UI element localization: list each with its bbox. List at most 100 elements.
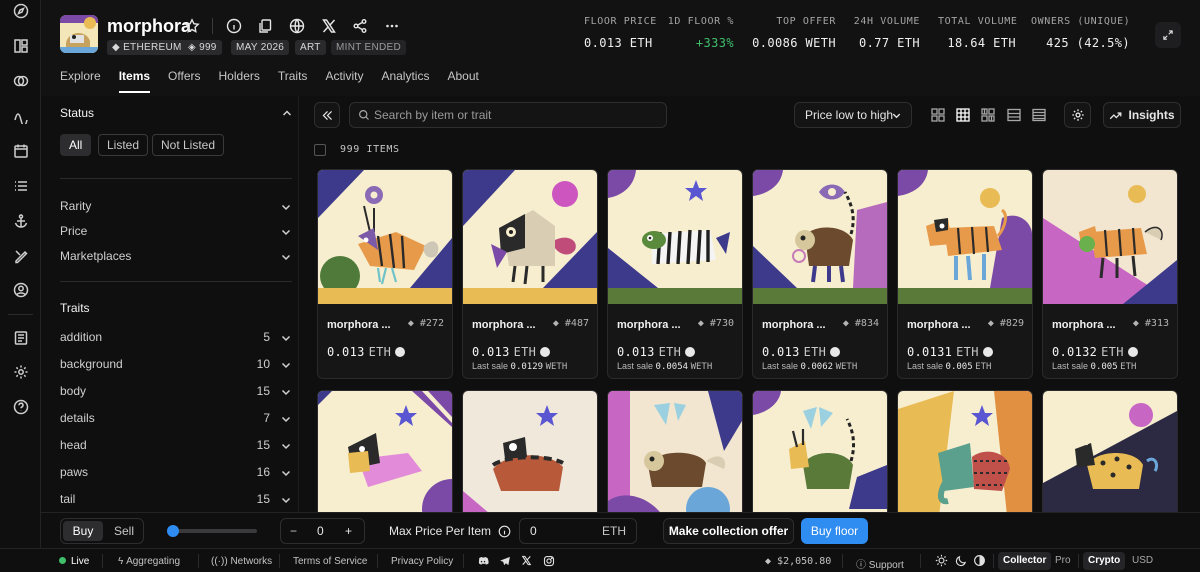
nft-artwork — [1043, 391, 1177, 512]
filter-price[interactable]: Price — [60, 224, 292, 240]
increment-button[interactable]: + — [345, 524, 352, 538]
trait-row[interactable]: details 7 — [60, 411, 292, 427]
aggregating-status[interactable]: ϟ Aggregating — [118, 556, 180, 567]
mode-collector[interactable]: Collector — [998, 552, 1052, 570]
list-icon[interactable] — [12, 177, 29, 194]
calendar-icon[interactable] — [12, 142, 29, 159]
collapse-sidebar-button[interactable] — [314, 102, 340, 128]
item-card[interactable] — [752, 390, 888, 512]
search-input[interactable] — [374, 103, 662, 127]
slider-handle[interactable] — [167, 525, 179, 537]
instagram-icon[interactable] — [543, 555, 555, 567]
trait-row[interactable]: background 10 — [60, 357, 292, 373]
networks-status[interactable]: ((·)) Networks — [211, 556, 272, 567]
item-card[interactable]: morphora ... ◆ #272 0.013 ETH — [317, 169, 453, 379]
grid-large-icon[interactable] — [931, 108, 945, 122]
status-heading[interactable]: Status — [60, 106, 94, 120]
sun-icon[interactable] — [935, 554, 948, 570]
tab-analytics[interactable]: Analytics — [381, 69, 429, 93]
tab-explore[interactable]: Explore — [60, 69, 101, 93]
grid-small-icon[interactable] — [981, 108, 995, 122]
grid-medium-icon[interactable] — [956, 108, 970, 122]
anchor-icon[interactable] — [12, 212, 29, 229]
sort-select[interactable]: Price low to high — [794, 102, 912, 128]
insights-button[interactable]: Insights — [1103, 102, 1181, 128]
pencil-ruler-icon[interactable] — [12, 247, 29, 264]
x-twitter-icon[interactable] — [521, 555, 532, 566]
status-chip-not-listed[interactable]: Not Listed — [152, 134, 225, 156]
document-icon[interactable] — [12, 329, 29, 346]
select-all-checkbox[interactable] — [314, 144, 326, 156]
trait-row[interactable]: head 15 — [60, 438, 292, 454]
max-price-input[interactable]: 0 ETH — [519, 518, 637, 544]
chevron-up-icon[interactable] — [281, 107, 293, 119]
item-card[interactable]: morphora ... ◆ #834 0.013 ETH Last sale 0… — [752, 169, 888, 379]
support-link[interactable]: ⓘ Support — [856, 556, 904, 571]
info-icon[interactable] — [498, 525, 511, 538]
item-card[interactable]: morphora ... ◆ #487 0.013 ETH Last sale 0… — [462, 169, 598, 379]
tab-activity[interactable]: Activity — [325, 69, 363, 93]
item-card[interactable]: morphora ... ◆ #313 0.0132 ETH Last sale … — [1042, 169, 1178, 379]
buy-tab[interactable]: Buy — [63, 521, 103, 541]
filter-marketplaces[interactable]: Marketplaces — [60, 249, 292, 265]
tab-holders[interactable]: Holders — [219, 69, 260, 93]
trait-row[interactable]: addition 5 — [60, 330, 292, 346]
list-view-icon[interactable] — [1007, 108, 1021, 122]
copy-icon[interactable] — [256, 17, 274, 35]
items-count: 999 ITEMS — [340, 144, 400, 155]
currency-usd[interactable]: USD — [1127, 552, 1158, 570]
globe-icon[interactable] — [288, 17, 306, 35]
decrement-button[interactable]: − — [290, 524, 297, 538]
sell-tab[interactable]: Sell — [105, 521, 143, 541]
dashboard-icon[interactable] — [12, 37, 29, 54]
mode-pro[interactable]: Pro — [1050, 552, 1076, 570]
settings-icon[interactable] — [12, 363, 29, 380]
filter-rarity[interactable]: Rarity — [60, 199, 292, 215]
profile-icon[interactable] — [12, 281, 29, 298]
currency-crypto[interactable]: Crypto — [1083, 552, 1126, 570]
sweep-slider[interactable] — [167, 525, 257, 537]
privacy-link[interactable]: Privacy Policy — [391, 556, 453, 567]
status-chip-all[interactable]: All — [60, 134, 92, 156]
star-icon[interactable] — [183, 17, 201, 35]
make-collection-offer-button[interactable]: Make collection offer — [663, 518, 794, 544]
terms-link[interactable]: Terms of Service — [293, 556, 367, 567]
trait-row[interactable]: paws 16 — [60, 465, 292, 481]
telegram-icon[interactable] — [499, 555, 511, 567]
info-icon[interactable] — [225, 17, 243, 35]
trait-row[interactable]: tail 15 — [60, 492, 292, 508]
trait-row[interactable]: body 15 — [60, 384, 292, 400]
tab-about[interactable]: About — [447, 69, 478, 93]
help-icon[interactable] — [12, 398, 29, 415]
settings-button[interactable] — [1064, 102, 1091, 128]
item-card[interactable]: morphora ... ◆ #829 0.0131 ETH Last sale … — [897, 169, 1033, 379]
compass-icon[interactable] — [12, 2, 29, 19]
item-card[interactable]: morphora ... ◆ #730 0.013 ETH Last sale 0… — [607, 169, 743, 379]
item-price: 0.0131 ETH — [907, 345, 993, 359]
item-card[interactable] — [317, 390, 453, 512]
x-twitter-icon[interactable] — [320, 17, 338, 35]
search-box[interactable] — [349, 102, 667, 128]
status-chip-listed[interactable]: Listed — [98, 134, 149, 156]
marketplace-icon — [830, 347, 841, 357]
item-card[interactable] — [897, 390, 1033, 512]
contrast-icon[interactable] — [973, 554, 986, 570]
tab-traits[interactable]: Traits — [278, 69, 308, 93]
more-icon[interactable] — [383, 17, 401, 35]
tab-offers[interactable]: Offers — [168, 69, 200, 93]
share-icon[interactable] — [351, 17, 369, 35]
item-card[interactable] — [1042, 390, 1178, 512]
swap-icon[interactable] — [12, 72, 29, 89]
quantity-value[interactable]: 0 — [317, 524, 324, 538]
discord-icon[interactable] — [477, 555, 489, 567]
table-view-icon[interactable] — [1032, 108, 1046, 122]
moon-icon[interactable] — [955, 554, 968, 570]
item-card[interactable] — [462, 390, 598, 512]
buy-floor-button[interactable]: Buy floor — [801, 518, 868, 544]
tab-items[interactable]: Items — [118, 69, 151, 93]
activity-icon[interactable] — [12, 107, 29, 124]
item-card[interactable] — [607, 390, 743, 512]
sort-label: Price low to high — [805, 108, 894, 122]
item-token-id: ◆ #730 — [697, 318, 734, 329]
expand-button[interactable] — [1155, 22, 1181, 48]
